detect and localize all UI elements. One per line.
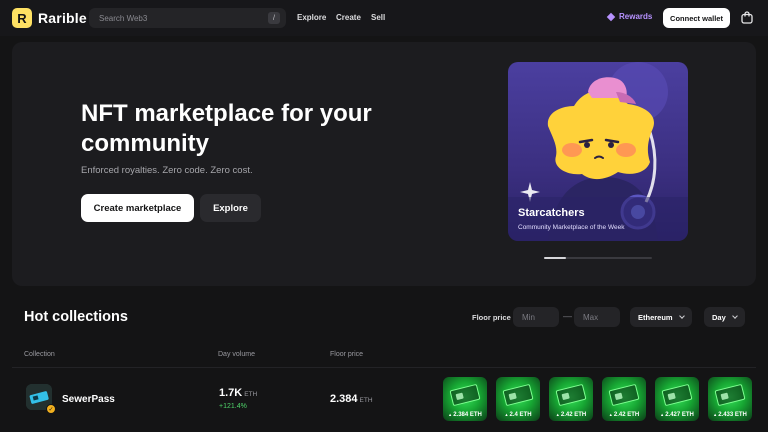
carousel-progress-fill bbox=[544, 257, 566, 259]
hero-title: NFT marketplace for your community bbox=[81, 100, 372, 157]
carousel-progress[interactable] bbox=[544, 257, 652, 259]
shopping-bag-icon[interactable] bbox=[741, 11, 753, 24]
search-input[interactable] bbox=[99, 13, 259, 23]
floor-price-unit: ETH bbox=[359, 397, 373, 404]
nft-price: 2.42 ETH bbox=[602, 412, 646, 418]
hero-subtitle: Enforced royalties. Zero code. Zero cost… bbox=[81, 165, 253, 176]
nft-price: 2.433 ETH bbox=[708, 412, 752, 418]
table-divider bbox=[12, 367, 756, 368]
nft-thumbnail[interactable]: 2.384 ETH bbox=[443, 377, 487, 421]
period-select[interactable]: Day bbox=[704, 307, 745, 327]
nft-thumbnail[interactable]: 2.427 ETH bbox=[655, 377, 699, 421]
nft-price: 2.42 ETH bbox=[549, 412, 593, 418]
top-nav: R Rarible / Explore Create Sell Rewards … bbox=[0, 0, 768, 36]
chain-select-value: Ethereum bbox=[638, 312, 673, 322]
period-select-value: Day bbox=[712, 312, 726, 322]
diamond-icon bbox=[606, 12, 616, 21]
connect-wallet-button[interactable]: Connect wallet bbox=[663, 8, 730, 28]
nft-thumbnail[interactable]: 2.42 ETH bbox=[602, 377, 646, 421]
rarible-logo-icon[interactable]: R bbox=[12, 8, 32, 28]
brand-name[interactable]: Rarible bbox=[38, 10, 87, 26]
range-separator: — bbox=[563, 311, 572, 321]
search-bar[interactable]: / bbox=[89, 8, 286, 28]
nav-link-sell[interactable]: Sell bbox=[371, 13, 385, 22]
day-volume-value: 1.7K ETH bbox=[219, 387, 257, 399]
nft-thumbnail[interactable]: 2.433 ETH bbox=[708, 377, 752, 421]
chevron-down-icon bbox=[732, 313, 738, 319]
featured-card-subtitle: Community Marketplace of the Week bbox=[518, 224, 625, 231]
verified-badge-icon: ✓ bbox=[46, 404, 56, 414]
day-volume-number: 1.7K bbox=[219, 387, 243, 399]
day-volume-unit: ETH bbox=[244, 391, 258, 398]
floor-max-input[interactable] bbox=[574, 307, 620, 327]
search-shortcut-badge: / bbox=[268, 12, 280, 24]
floor-price-number: 2.384 bbox=[330, 393, 358, 405]
rewards-link[interactable]: Rewards bbox=[606, 12, 653, 21]
collection-name[interactable]: SewerPass bbox=[62, 394, 115, 405]
hot-collections-title: Hot collections bbox=[24, 309, 128, 325]
featured-card-title: Starcatchers bbox=[518, 207, 585, 219]
floor-price-filter-label: Floor price bbox=[472, 313, 511, 322]
rewards-label: Rewards bbox=[619, 12, 653, 21]
floor-price-value: 2.384 ETH bbox=[330, 393, 373, 405]
nav-link-explore[interactable]: Explore bbox=[297, 13, 326, 22]
column-header-collection[interactable]: Collection bbox=[24, 351, 55, 358]
chain-select[interactable]: Ethereum bbox=[630, 307, 692, 327]
chevron-down-icon bbox=[679, 313, 685, 319]
nav-link-create[interactable]: Create bbox=[336, 13, 361, 22]
nft-price: 2.384 ETH bbox=[443, 412, 487, 418]
nft-price: 2.4 ETH bbox=[496, 412, 540, 418]
floor-min-input[interactable] bbox=[513, 307, 559, 327]
nft-thumbnail[interactable]: 2.42 ETH bbox=[549, 377, 593, 421]
nft-price: 2.427 ETH bbox=[655, 412, 699, 418]
column-header-volume[interactable]: Day volume bbox=[218, 351, 255, 358]
create-marketplace-button[interactable]: Create marketplace bbox=[81, 194, 194, 222]
featured-marketplace-card[interactable]: Starcatchers Community Marketplace of th… bbox=[508, 62, 688, 241]
explore-button[interactable]: Explore bbox=[200, 194, 261, 222]
column-header-floor[interactable]: Floor price bbox=[330, 351, 363, 358]
volume-change: +121.4% bbox=[219, 403, 247, 410]
nft-thumbnail[interactable]: 2.4 ETH bbox=[496, 377, 540, 421]
